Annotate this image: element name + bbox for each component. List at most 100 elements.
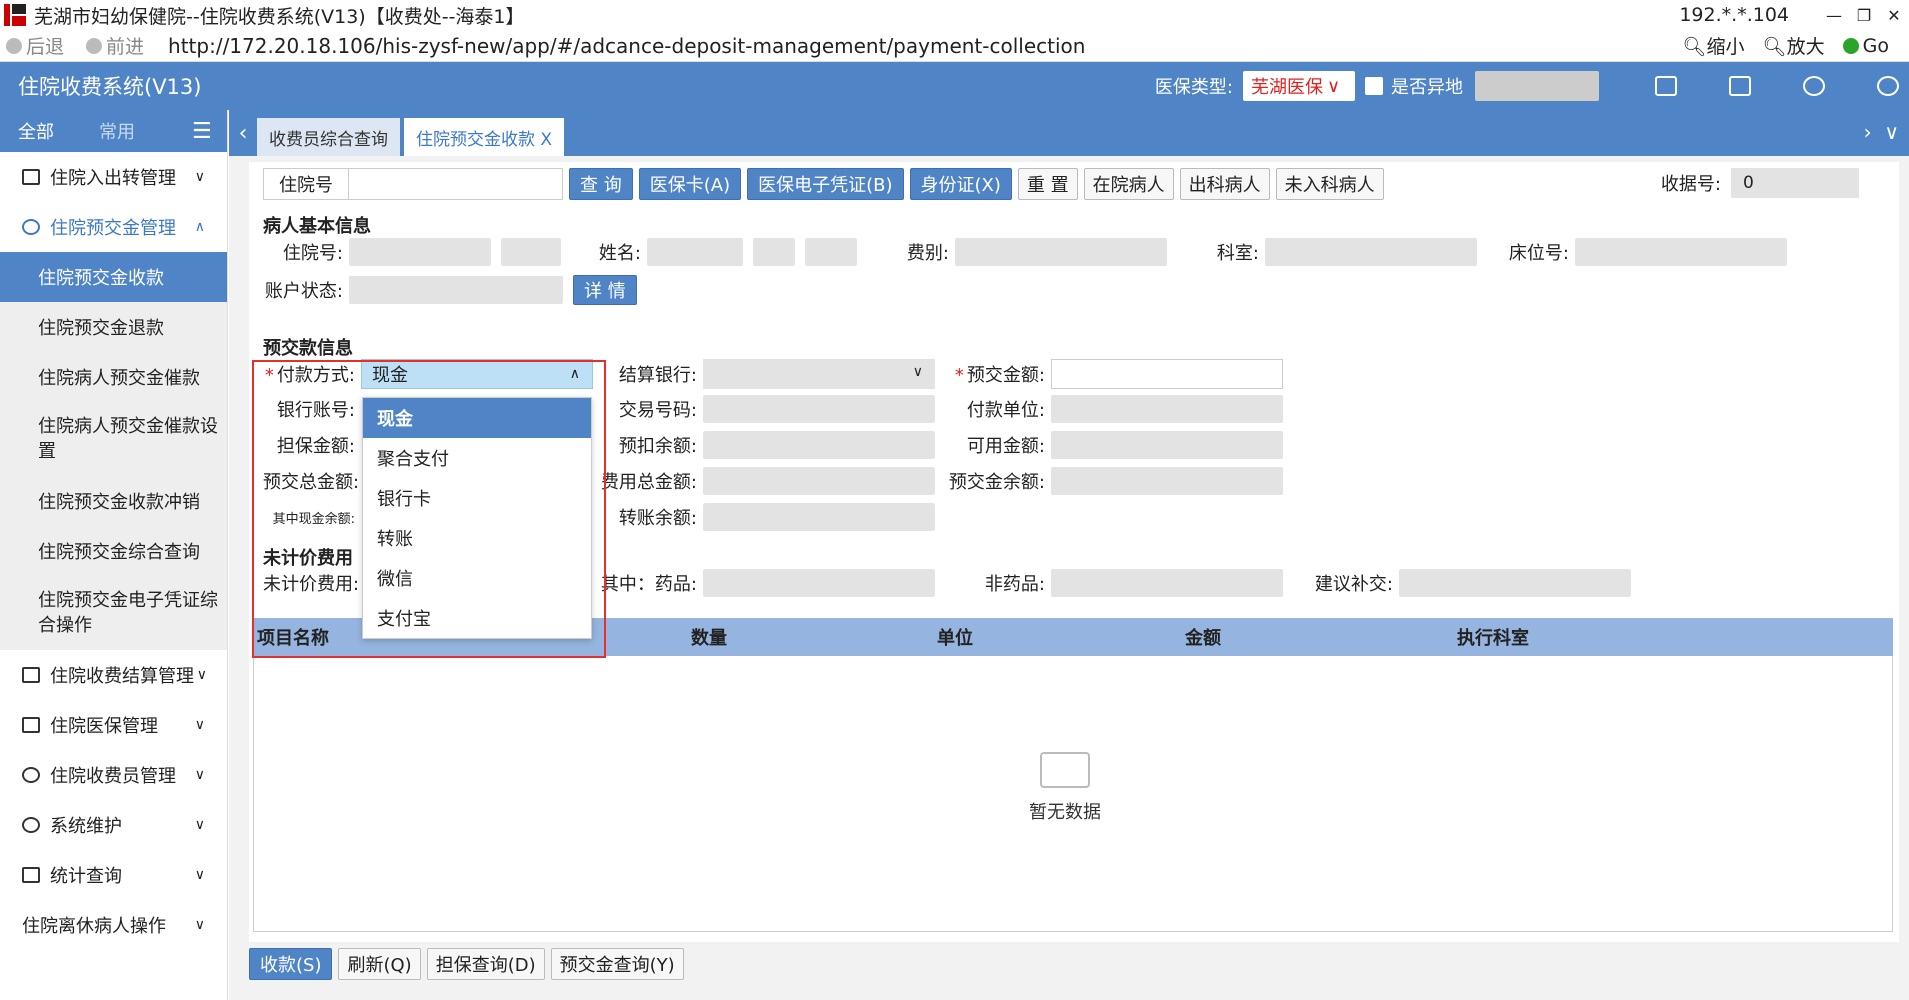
discharged-button[interactable]: 出科病人 — [1179, 168, 1270, 200]
forward-button[interactable]: 前进 — [86, 32, 144, 59]
inpatient-id-input[interactable] — [349, 168, 563, 200]
close-button[interactable]: ✕ — [1879, 6, 1909, 25]
chevron-up-icon: ∧ — [569, 366, 580, 382]
header-search-field[interactable] — [1475, 71, 1599, 101]
fee-type-field — [955, 238, 1167, 266]
refresh-button[interactable]: 刷新(Q) — [338, 948, 421, 980]
id-card-button[interactable]: 身份证(X) — [909, 168, 1012, 200]
trade-number-field — [703, 395, 935, 423]
sidebar-item-maintenance[interactable]: 系统维护 ∨ — [0, 800, 227, 850]
settle-bank-label: 结算银行: — [618, 365, 697, 386]
minimize-button[interactable]: — — [1819, 6, 1849, 25]
query-button[interactable]: 查 询 — [569, 168, 633, 200]
zoom-out-button[interactable]: 🔍︎缩小 — [1682, 32, 1744, 59]
guarantee-query-button[interactable]: 担保查询(D) — [426, 948, 545, 980]
suggest-label: 建议补交: — [1314, 574, 1393, 595]
go-icon — [1842, 38, 1859, 54]
available-field — [1051, 431, 1283, 459]
sidebar-subitem-deposit-reversal[interactable]: 住院预交金收款冲销 — [0, 476, 227, 526]
pay-option-transfer[interactable]: 转账 — [363, 518, 591, 558]
chevron-down-icon: ∨ — [912, 364, 923, 380]
tab-scroll-left-icon[interactable]: ‹ — [229, 121, 257, 146]
detail-button[interactable]: 详 情 — [573, 275, 637, 305]
back-button[interactable]: 后退 — [6, 32, 64, 59]
insurance-evoucher-button[interactable]: 医保电子凭证(B) — [747, 168, 904, 200]
sidebar-item-admission[interactable]: 住院入出转管理 ∨ — [0, 152, 227, 202]
sidebar-item-settlement[interactable]: 住院收费结算管理 ∨ — [0, 650, 227, 700]
department-field — [1265, 238, 1477, 266]
pay-option-alipay[interactable]: 支付宝 — [363, 598, 591, 638]
tab-bar: ‹ 收费员综合查询 住院预交金收款 X › ∨ — [229, 110, 1909, 156]
nondrug-field — [1051, 569, 1283, 597]
yen-icon — [22, 219, 40, 235]
sidebar-tab-all[interactable]: 全部 — [0, 118, 72, 144]
pay-option-wechat[interactable]: 微信 — [363, 558, 591, 598]
url-field[interactable]: http://172.20.18.106/his-zysf-new/app/#/… — [168, 34, 1682, 58]
payer-field — [1051, 395, 1283, 423]
refresh-icon[interactable] — [1803, 76, 1825, 96]
pay-method-select[interactable]: 现金 ∧ — [361, 359, 593, 389]
sidebar-subitem-deposit-query[interactable]: 住院预交金综合查询 — [0, 526, 227, 576]
drug-label: 其中：药品: — [600, 574, 697, 595]
go-button[interactable]: Go — [1842, 35, 1889, 57]
document-icon[interactable] — [1729, 76, 1751, 96]
tab-deposit-collect[interactable]: 住院预交金收款 X — [404, 118, 565, 156]
sidebar-item-retired[interactable]: 住院离休病人操作 ∨ — [0, 900, 227, 950]
sidebar-subitem-deposit-reminder[interactable]: 住院病人预交金催款 — [0, 352, 227, 402]
patient-id-label: 住院号: — [282, 243, 343, 264]
gear-icon — [22, 817, 40, 833]
main-content: 住院号 查 询 医保卡(A) 医保电子凭证(B) 身份证(X) 重 置 在院病人… — [229, 156, 1909, 1000]
menu-icon[interactable]: ☰ — [192, 119, 212, 144]
in-hospital-button[interactable]: 在院病人 — [1083, 168, 1174, 200]
insurance-label: 医保类型: — [1154, 77, 1233, 98]
sidebar-item-cashier[interactable]: 住院收费员管理 ∨ — [0, 750, 227, 800]
tab-cashier-query[interactable]: 收费员综合查询 — [257, 118, 400, 156]
card-reader-icon[interactable] — [1655, 76, 1677, 96]
chevron-up-icon: ∧ — [194, 219, 205, 235]
sidebar-subitem-deposit-refund[interactable]: 住院预交金退款 — [0, 302, 227, 352]
unbilled-fee-label: 未计价费用: — [263, 574, 360, 595]
zoom-in-button[interactable]: 🔍︎放大 — [1763, 32, 1825, 59]
window-titlebar: 芜湖市妇幼保健院--住院收费系统(V13)【收费处--海泰1】 192.*.*.… — [0, 0, 1909, 30]
deposit-balance-field — [1051, 467, 1283, 495]
available-label: 可用金额: — [966, 436, 1045, 457]
back-icon — [6, 37, 22, 54]
pay-option-bank-card[interactable]: 银行卡 — [363, 478, 591, 518]
chevron-down-icon: ∨ — [194, 917, 205, 933]
collect-button[interactable]: 收款(S) — [249, 948, 333, 980]
search-row: 住院号 查 询 医保卡(A) 医保电子凭证(B) 身份证(X) 重 置 在院病人… — [263, 168, 1390, 200]
guarantee-label: 担保金额: — [276, 436, 355, 457]
deposit-amount-input[interactable] — [1051, 359, 1283, 389]
tab-scroll-right-icon[interactable]: › ∨ — [1864, 120, 1899, 144]
account-status-label: 账户状态: — [264, 281, 343, 302]
settle-bank-select[interactable]: ∨ — [703, 359, 935, 389]
receipt-number: 0 — [1731, 168, 1859, 198]
pay-option-cash[interactable]: 现金 — [363, 398, 591, 438]
insurance-select[interactable]: 芜湖医保 ∨ — [1243, 71, 1355, 101]
remote-checkbox[interactable] — [1365, 77, 1383, 95]
patient-age-field — [805, 238, 857, 266]
cash-balance-label: 其中现金余额: — [272, 511, 355, 527]
empty-inbox-icon — [1040, 752, 1090, 788]
chevron-down-icon: ∨ — [194, 717, 205, 733]
insurance-card-button[interactable]: 医保卡(A) — [638, 168, 742, 200]
unbilled-title: 未计价费用 — [263, 548, 353, 569]
sidebar-item-deposit[interactable]: 住院预交金管理 ∧ — [0, 202, 227, 252]
sidebar-subitem-deposit-collect[interactable]: 住院预交金收款 — [0, 252, 227, 302]
sidebar-subitem-reminder-settings[interactable]: 住院病人预交金催款设置 — [0, 402, 227, 476]
payer-label: 付款单位: — [966, 400, 1045, 421]
sidebar-tab-common[interactable]: 常用 — [72, 118, 162, 144]
chevron-down-icon: ∨ — [194, 817, 205, 833]
sidebar-item-statistics[interactable]: 统计查询 ∨ — [0, 850, 227, 900]
settings-icon[interactable] — [1877, 76, 1899, 96]
reset-button[interactable]: 重 置 — [1017, 168, 1078, 200]
pay-option-aggregate[interactable]: 聚合支付 — [363, 438, 591, 478]
sidebar: 全部 常用 ☰ 住院入出转管理 ∨ 住院预交金管理 ∧ 住院预交金收款 住院预交金退… — [0, 110, 228, 1000]
drug-field — [703, 569, 935, 597]
restore-button[interactable]: ❐ — [1849, 6, 1879, 25]
department-label: 科室: — [1216, 243, 1259, 264]
deposit-query-button[interactable]: 预交金查询(Y) — [550, 948, 684, 980]
sidebar-item-insurance[interactable]: 住院医保管理 ∨ — [0, 700, 227, 750]
not-admitted-button[interactable]: 未入科病人 — [1275, 168, 1384, 200]
sidebar-subitem-evoucher[interactable]: 住院预交金电子凭证综合操作 — [0, 576, 227, 650]
